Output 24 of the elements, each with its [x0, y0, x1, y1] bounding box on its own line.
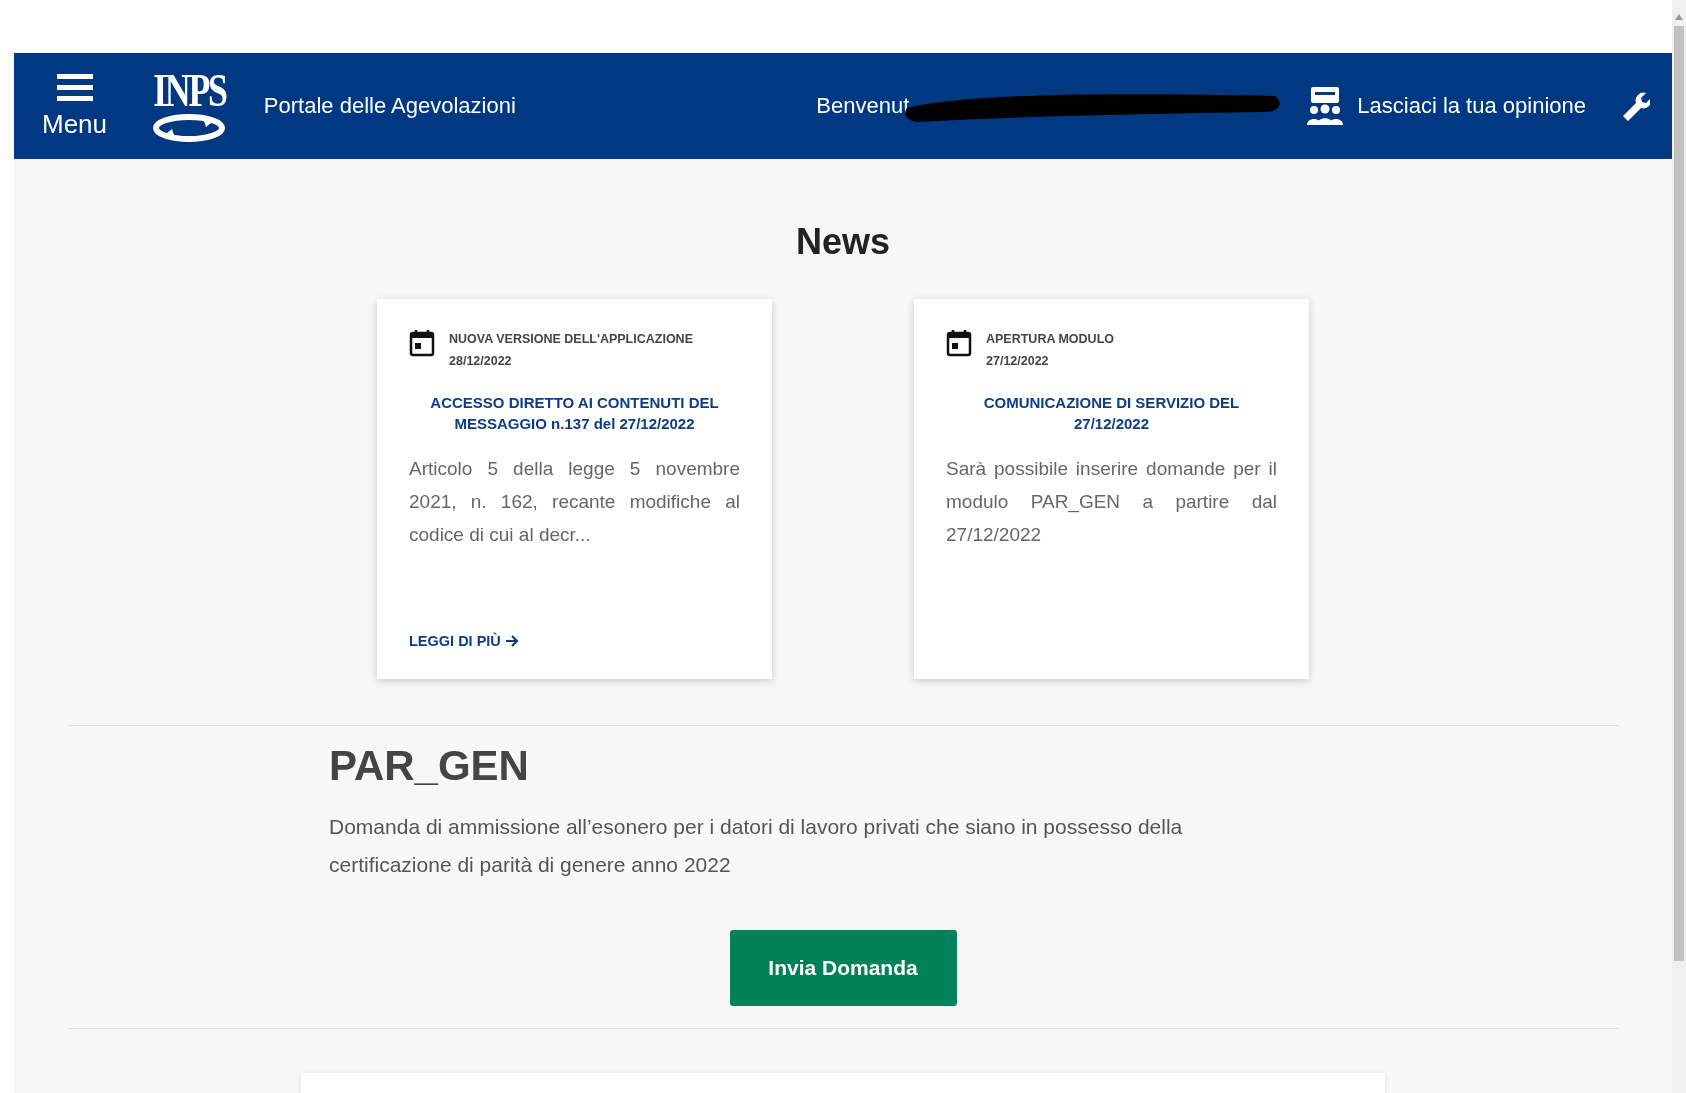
news-date: 28/12/2022	[449, 354, 513, 368]
logo[interactable]: INPS	[143, 69, 236, 143]
news-summary: Articolo 5 della legge 5 novembre 2021, n. 162, recante modifiche al codice di cui al decr...	[409, 457, 740, 547]
feedback-link[interactable]: Lasciaci la tua opinione	[1305, 86, 1586, 126]
calendar-icon	[409, 329, 435, 357]
news-category: APERTURA MODULO	[986, 332, 1114, 346]
news-category: NUOVA VERSIONE DELL'APPLICAZIONE	[449, 332, 693, 346]
calendar-icon	[946, 329, 972, 357]
news-heading: News	[795, 221, 890, 263]
news-date: 27/12/2022	[986, 354, 1050, 368]
news-headline: ACCESSO DIRETTO AI CONTENUTI DEL MESSAGGIO n.137 del 27/12/2022	[429, 393, 720, 434]
people-icon	[1305, 86, 1346, 126]
menu-button[interactable]: Menu	[42, 72, 108, 140]
portal-title: Portale delle Agevolazioni	[263, 93, 516, 119]
menu-icon	[56, 72, 93, 103]
news-headline: COMUNICAZIONE DI SERVIZIO DEL 27/12/2022	[982, 393, 1241, 434]
submit-button[interactable]: Invia Domanda	[729, 930, 957, 1006]
read-more-link[interactable]: LEGGI DI PIÙ	[409, 633, 740, 649]
module-description: Domanda di ammissione all’esonero per i datori di lavoro privati che siano in possesso della certificazione di parità di genere anno 2022	[329, 814, 1184, 878]
scroll-up-icon[interactable]	[1675, 14, 1683, 20]
module-title: PAR_GEN	[329, 742, 530, 790]
welcome-text: Benvenut	[816, 93, 910, 119]
arrow-right-icon	[504, 634, 519, 648]
news-summary: Sarà possibile inserire domande per il modulo PAR_GEN a partire dal 27/12/2022	[946, 457, 1277, 547]
